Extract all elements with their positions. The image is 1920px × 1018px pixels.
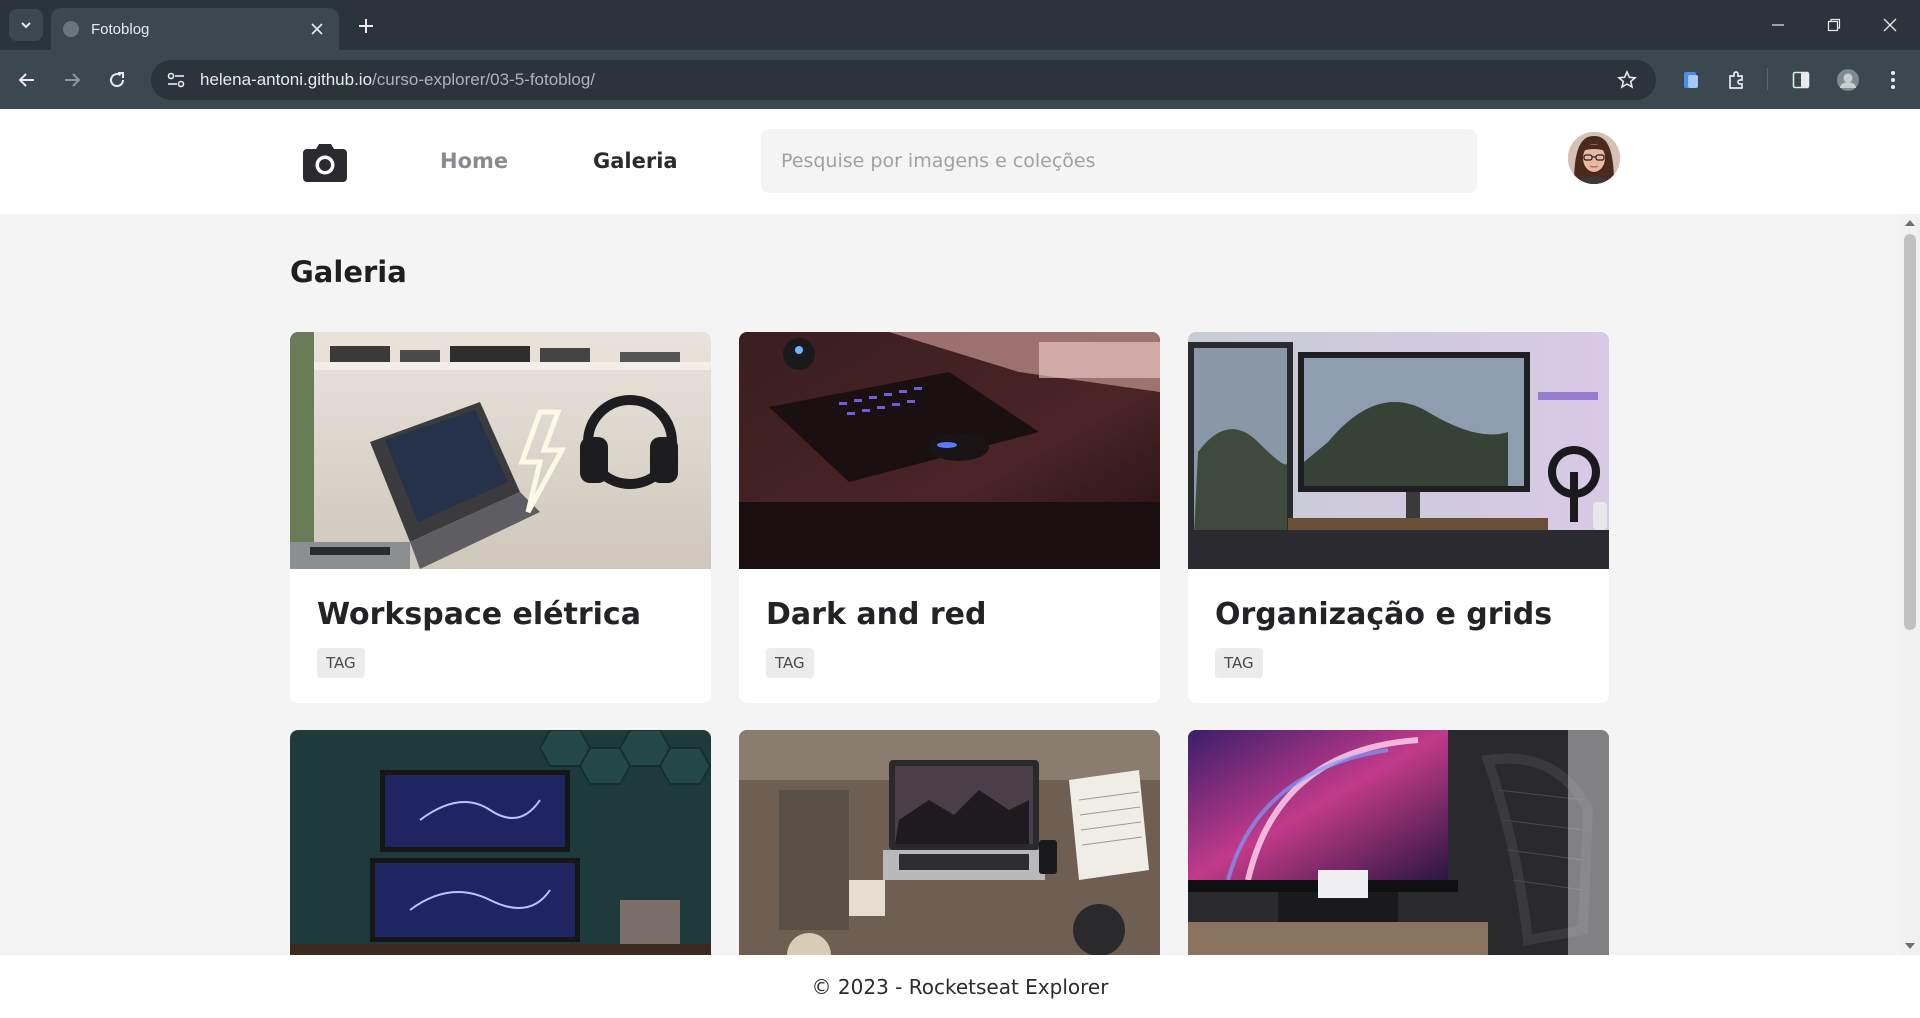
card-image [739, 332, 1160, 569]
site-footer: © 2023 - Rocketseat Explorer [0, 955, 1920, 1018]
forward-button[interactable] [56, 64, 88, 96]
gallery-card[interactable]: Organização e grids TAG [1188, 332, 1609, 703]
card-image [290, 332, 711, 569]
site-info-icon[interactable] [165, 69, 187, 91]
minimize-button[interactable] [1750, 0, 1806, 50]
reload-icon [110, 72, 125, 88]
card-body: Organização e grids TAG [1188, 569, 1609, 703]
nav-home-link[interactable]: Home [440, 149, 508, 173]
close-icon [311, 23, 323, 35]
star-icon [1617, 70, 1637, 89]
tab-close-button[interactable] [307, 19, 327, 39]
profile-button[interactable] [1834, 66, 1862, 94]
close-icon [1883, 18, 1897, 32]
page-viewport: Home Galeria Galeria [0, 109, 1920, 1018]
address-bar[interactable]: helena-antoni.github.io/curso-explorer/0… [151, 60, 1656, 100]
card-tag[interactable]: TAG [766, 648, 814, 678]
gallery-card[interactable] [739, 730, 1160, 967]
browser-tab-strip: Fotoblog [0, 0, 1920, 50]
footer-text: © 2023 - Rocketseat Explorer [811, 974, 1109, 999]
card-image [1188, 730, 1609, 967]
card-tag[interactable]: TAG [317, 648, 365, 678]
bookmark-star-button[interactable] [1616, 69, 1638, 91]
close-window-button[interactable] [1862, 0, 1918, 50]
url-host: helena-antoni.github.io [200, 70, 373, 89]
scroll-down-arrow-icon[interactable] [1905, 943, 1915, 949]
arrow-left-icon [18, 73, 34, 87]
card-tag[interactable]: TAG [1215, 648, 1263, 678]
tab-title: Fotoblog [91, 20, 150, 38]
side-panel-icon [1792, 71, 1810, 89]
scroll-up-arrow-icon[interactable] [1905, 220, 1915, 226]
user-avatar[interactable] [1568, 132, 1620, 184]
browser-menu-button[interactable] [1879, 66, 1907, 94]
restore-button[interactable] [1806, 0, 1862, 50]
card-image [739, 730, 1160, 967]
browser-tab[interactable]: Fotoblog [51, 8, 339, 50]
gallery-card[interactable]: Workspace elétrica TAG [290, 332, 711, 703]
docs-extension-icon [1684, 72, 1698, 88]
nav-galeria-link[interactable]: Galeria [593, 149, 678, 173]
page-scrollbar[interactable] [1900, 214, 1920, 955]
gallery-card[interactable] [1188, 730, 1609, 967]
plus-icon [359, 19, 373, 33]
reload-button[interactable] [101, 64, 133, 96]
more-vertical-icon [1891, 71, 1895, 89]
chevron-down-icon [21, 22, 31, 29]
extensions-button[interactable] [1722, 66, 1750, 94]
card-title: Dark and red [766, 597, 987, 632]
url-path: /curso-explorer/03-5-fotoblog/ [372, 70, 596, 89]
card-body: Workspace elétrica TAG [290, 569, 711, 703]
arrow-right-icon [65, 73, 81, 87]
restore-icon [1827, 18, 1841, 32]
card-image [1188, 332, 1609, 569]
page-title: Galeria [290, 255, 407, 289]
favicon-icon [63, 21, 79, 37]
toolbar-divider [1767, 68, 1768, 90]
gallery-card[interactable] [290, 730, 711, 967]
tab-search-button[interactable] [9, 9, 43, 41]
gallery-card[interactable]: Dark and red TAG [739, 332, 1160, 703]
card-body: Dark and red TAG [739, 569, 1160, 703]
card-title: Organização e grids [1215, 597, 1553, 632]
scroll-thumb[interactable] [1904, 234, 1916, 630]
new-tab-button[interactable] [352, 12, 380, 40]
camera-logo-icon[interactable] [302, 143, 348, 183]
search-input[interactable] [761, 129, 1477, 193]
card-image [290, 730, 711, 967]
minimize-icon [1772, 24, 1784, 26]
browser-toolbar: helena-antoni.github.io/curso-explorer/0… [0, 50, 1920, 109]
card-title: Workspace elétrica [317, 597, 641, 632]
side-panel-button[interactable] [1787, 66, 1815, 94]
profile-avatar-icon [1837, 69, 1859, 91]
puzzle-icon [1729, 71, 1743, 89]
url-text: helena-antoni.github.io/curso-explorer/0… [200, 70, 595, 90]
back-button[interactable] [11, 64, 43, 96]
site-header: Home Galeria [0, 109, 1920, 214]
extension-google-docs-button[interactable] [1677, 66, 1705, 94]
